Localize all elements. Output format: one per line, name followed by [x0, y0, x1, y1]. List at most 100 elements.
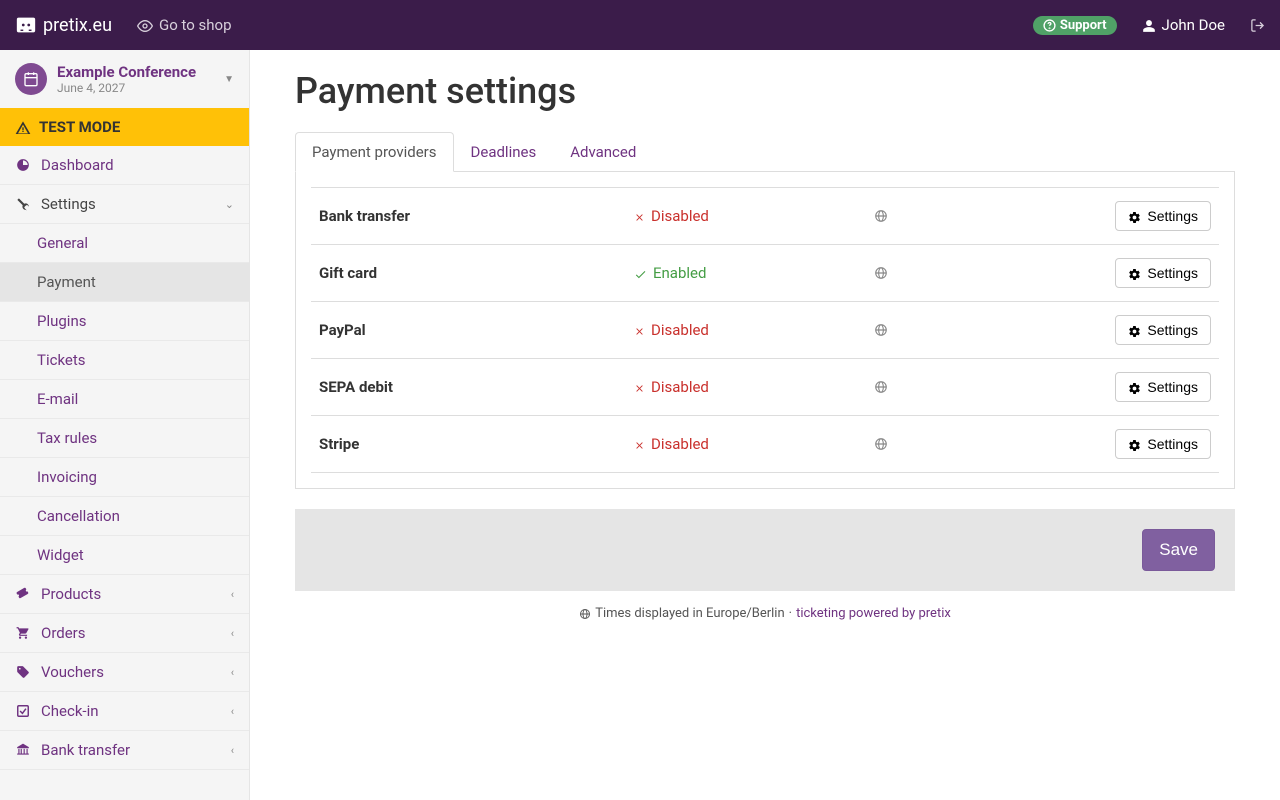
provider-settings-button[interactable]: Settings [1115, 201, 1211, 231]
provider-name: Gift card [319, 264, 634, 282]
warning-icon [15, 118, 31, 136]
top-navbar: pretix.eu Go to shop Support John Doe [0, 0, 1280, 50]
provider-settings-label: Settings [1147, 208, 1198, 224]
nav-orders[interactable]: Orders ‹ [0, 614, 249, 653]
gear-icon [1128, 436, 1141, 452]
tab-providers[interactable]: Payment providers [295, 132, 454, 172]
provider-settings-label: Settings [1147, 379, 1198, 395]
tabs: Payment providers Deadlines Advanced [295, 132, 1235, 172]
x-icon [634, 321, 645, 339]
provider-status-label: Enabled [653, 264, 706, 282]
providers-panel: Bank transferDisabledSettingsGift cardEn… [295, 172, 1235, 489]
subnav-tickets[interactable]: Tickets [0, 341, 249, 380]
subnav-cancellation[interactable]: Cancellation [0, 497, 249, 536]
tab-deadlines[interactable]: Deadlines [454, 132, 554, 172]
nav-checkin[interactable]: Check-in ‹ [0, 692, 249, 731]
wrench-icon [15, 197, 31, 211]
support-label: Support [1060, 18, 1107, 33]
globe-icon [874, 265, 1115, 281]
subnav-invoicing[interactable]: Invoicing [0, 458, 249, 497]
gear-icon [1128, 322, 1141, 338]
globe-icon [579, 606, 591, 621]
go-to-shop-label: Go to shop [159, 16, 232, 34]
provider-settings-button[interactable]: Settings [1115, 315, 1211, 345]
provider-row: Stripe Disabled Settings [311, 416, 1219, 473]
gear-icon [1128, 379, 1141, 395]
provider-name: Bank transfer [319, 207, 634, 225]
chevron-left-icon: ‹ [231, 627, 234, 640]
nav-banktransfer-label: Bank transfer [41, 741, 221, 759]
provider-settings-label: Settings [1147, 322, 1198, 338]
subnav-widget[interactable]: Widget [0, 536, 249, 575]
bank-icon [15, 743, 31, 757]
chevron-left-icon: ‹ [231, 705, 234, 718]
provider-status-label: Disabled [651, 378, 709, 396]
globe-icon [874, 436, 1115, 452]
subnav-email[interactable]: E-mail [0, 380, 249, 419]
nav-settings-label: Settings [41, 195, 215, 213]
cart-icon [15, 626, 31, 640]
settings-submenu: General Payment Plugins Tickets E-mail T… [0, 224, 249, 575]
provider-settings-button[interactable]: Settings [1115, 258, 1211, 288]
x-icon [634, 378, 645, 396]
provider-name: PayPal [319, 321, 634, 339]
test-mode-banner: TEST MODE [0, 108, 249, 146]
brand-text: pretix.eu [43, 15, 112, 36]
globe-icon [874, 208, 1115, 224]
footer-powered-link[interactable]: ticketing powered by pretix [796, 606, 951, 621]
logout-button[interactable] [1250, 17, 1265, 33]
nav-vouchers[interactable]: Vouchers ‹ [0, 653, 249, 692]
nav-settings[interactable]: Settings ⌄ [0, 185, 249, 224]
provider-row: Bank transferDisabled Settings [311, 187, 1219, 245]
save-button[interactable]: Save [1142, 529, 1215, 571]
tab-advanced[interactable]: Advanced [553, 132, 653, 172]
provider-status: Disabled [634, 321, 874, 339]
x-icon [634, 435, 645, 453]
nav-banktransfer[interactable]: Bank transfer ‹ [0, 731, 249, 770]
subnav-plugins[interactable]: Plugins [0, 302, 249, 341]
provider-settings-button[interactable]: Settings [1115, 372, 1211, 402]
provider-row: PayPal Disabled Settings [311, 302, 1219, 359]
nav-orders-label: Orders [41, 624, 221, 642]
save-panel: Save [295, 509, 1235, 591]
chevron-left-icon: ‹ [231, 744, 234, 757]
provider-status-label: Disabled [651, 321, 709, 339]
user-icon [1142, 16, 1156, 34]
provider-settings-button[interactable]: Settings [1115, 429, 1211, 459]
go-to-shop-link[interactable]: Go to shop [137, 16, 232, 34]
ticket-icon [15, 587, 31, 601]
provider-settings-label: Settings [1147, 436, 1198, 452]
nav-vouchers-label: Vouchers [41, 663, 221, 681]
chevron-down-icon: ⌄ [225, 198, 234, 211]
support-button[interactable]: Support [1033, 16, 1117, 35]
test-mode-label: TEST MODE [39, 118, 120, 136]
user-menu[interactable]: John Doe [1142, 16, 1225, 34]
provider-status: Disabled [634, 435, 874, 453]
provider-status: Enabled [634, 264, 874, 282]
pretix-logo-icon [15, 14, 37, 36]
provider-settings-label: Settings [1147, 265, 1198, 281]
x-icon [634, 207, 645, 225]
provider-status: Disabled [634, 207, 874, 225]
provider-name: Stripe [319, 435, 634, 453]
gear-icon [1128, 265, 1141, 281]
subnav-general[interactable]: General [0, 224, 249, 263]
nav-products[interactable]: Products ‹ [0, 575, 249, 614]
nav-dashboard[interactable]: Dashboard [0, 146, 249, 185]
chevron-left-icon: ‹ [231, 666, 234, 679]
brand[interactable]: pretix.eu [15, 14, 112, 36]
event-date: June 4, 2027 [57, 81, 214, 95]
provider-status: Disabled [634, 378, 874, 396]
event-selector[interactable]: Example Conference June 4, 2027 ▼ [0, 50, 249, 108]
subnav-payment[interactable]: Payment [0, 263, 249, 302]
logout-icon [1250, 17, 1265, 33]
provider-status-label: Disabled [651, 435, 709, 453]
subnav-taxrules[interactable]: Tax rules [0, 419, 249, 458]
calendar-icon [15, 63, 47, 95]
tag-icon [15, 665, 31, 679]
caret-down-icon: ▼ [224, 74, 234, 85]
footer-tz: Times displayed in Europe/Berlin [595, 606, 784, 621]
eye-icon [137, 16, 153, 34]
nav-checkin-label: Check-in [41, 702, 221, 720]
globe-icon [874, 379, 1115, 395]
